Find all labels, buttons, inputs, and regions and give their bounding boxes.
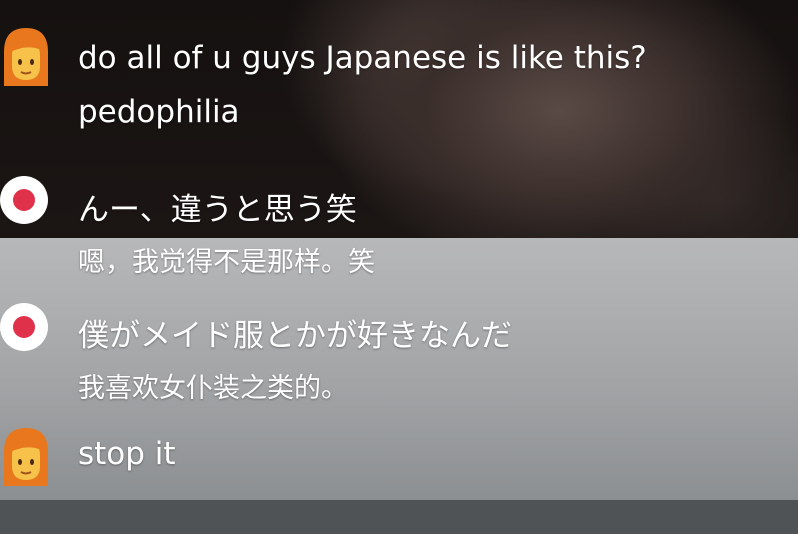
comment-text: んー、違うと思う笑 <box>78 192 357 228</box>
woman-redhair-emoji-icon[interactable] <box>0 426 52 486</box>
comment-text: pedophilia <box>78 94 240 130</box>
comment-translation: 嗯，我觉得不是那样。笑 <box>78 247 375 278</box>
bottom-bar <box>0 500 798 534</box>
record-icon[interactable] <box>0 300 54 354</box>
comment-text: stop it <box>78 436 176 472</box>
comment-text: do all of u guys Japanese is like this? <box>78 40 647 76</box>
woman-redhair-emoji-icon[interactable] <box>0 26 52 86</box>
record-icon[interactable] <box>0 173 54 227</box>
comment-translation: 我喜欢女仆装之类的。 <box>78 373 348 404</box>
comment-text: 僕がメイド服とかが好きなんだ <box>78 318 512 354</box>
live-stream-screen: do all of u guys Japanese is like this? … <box>0 0 798 534</box>
